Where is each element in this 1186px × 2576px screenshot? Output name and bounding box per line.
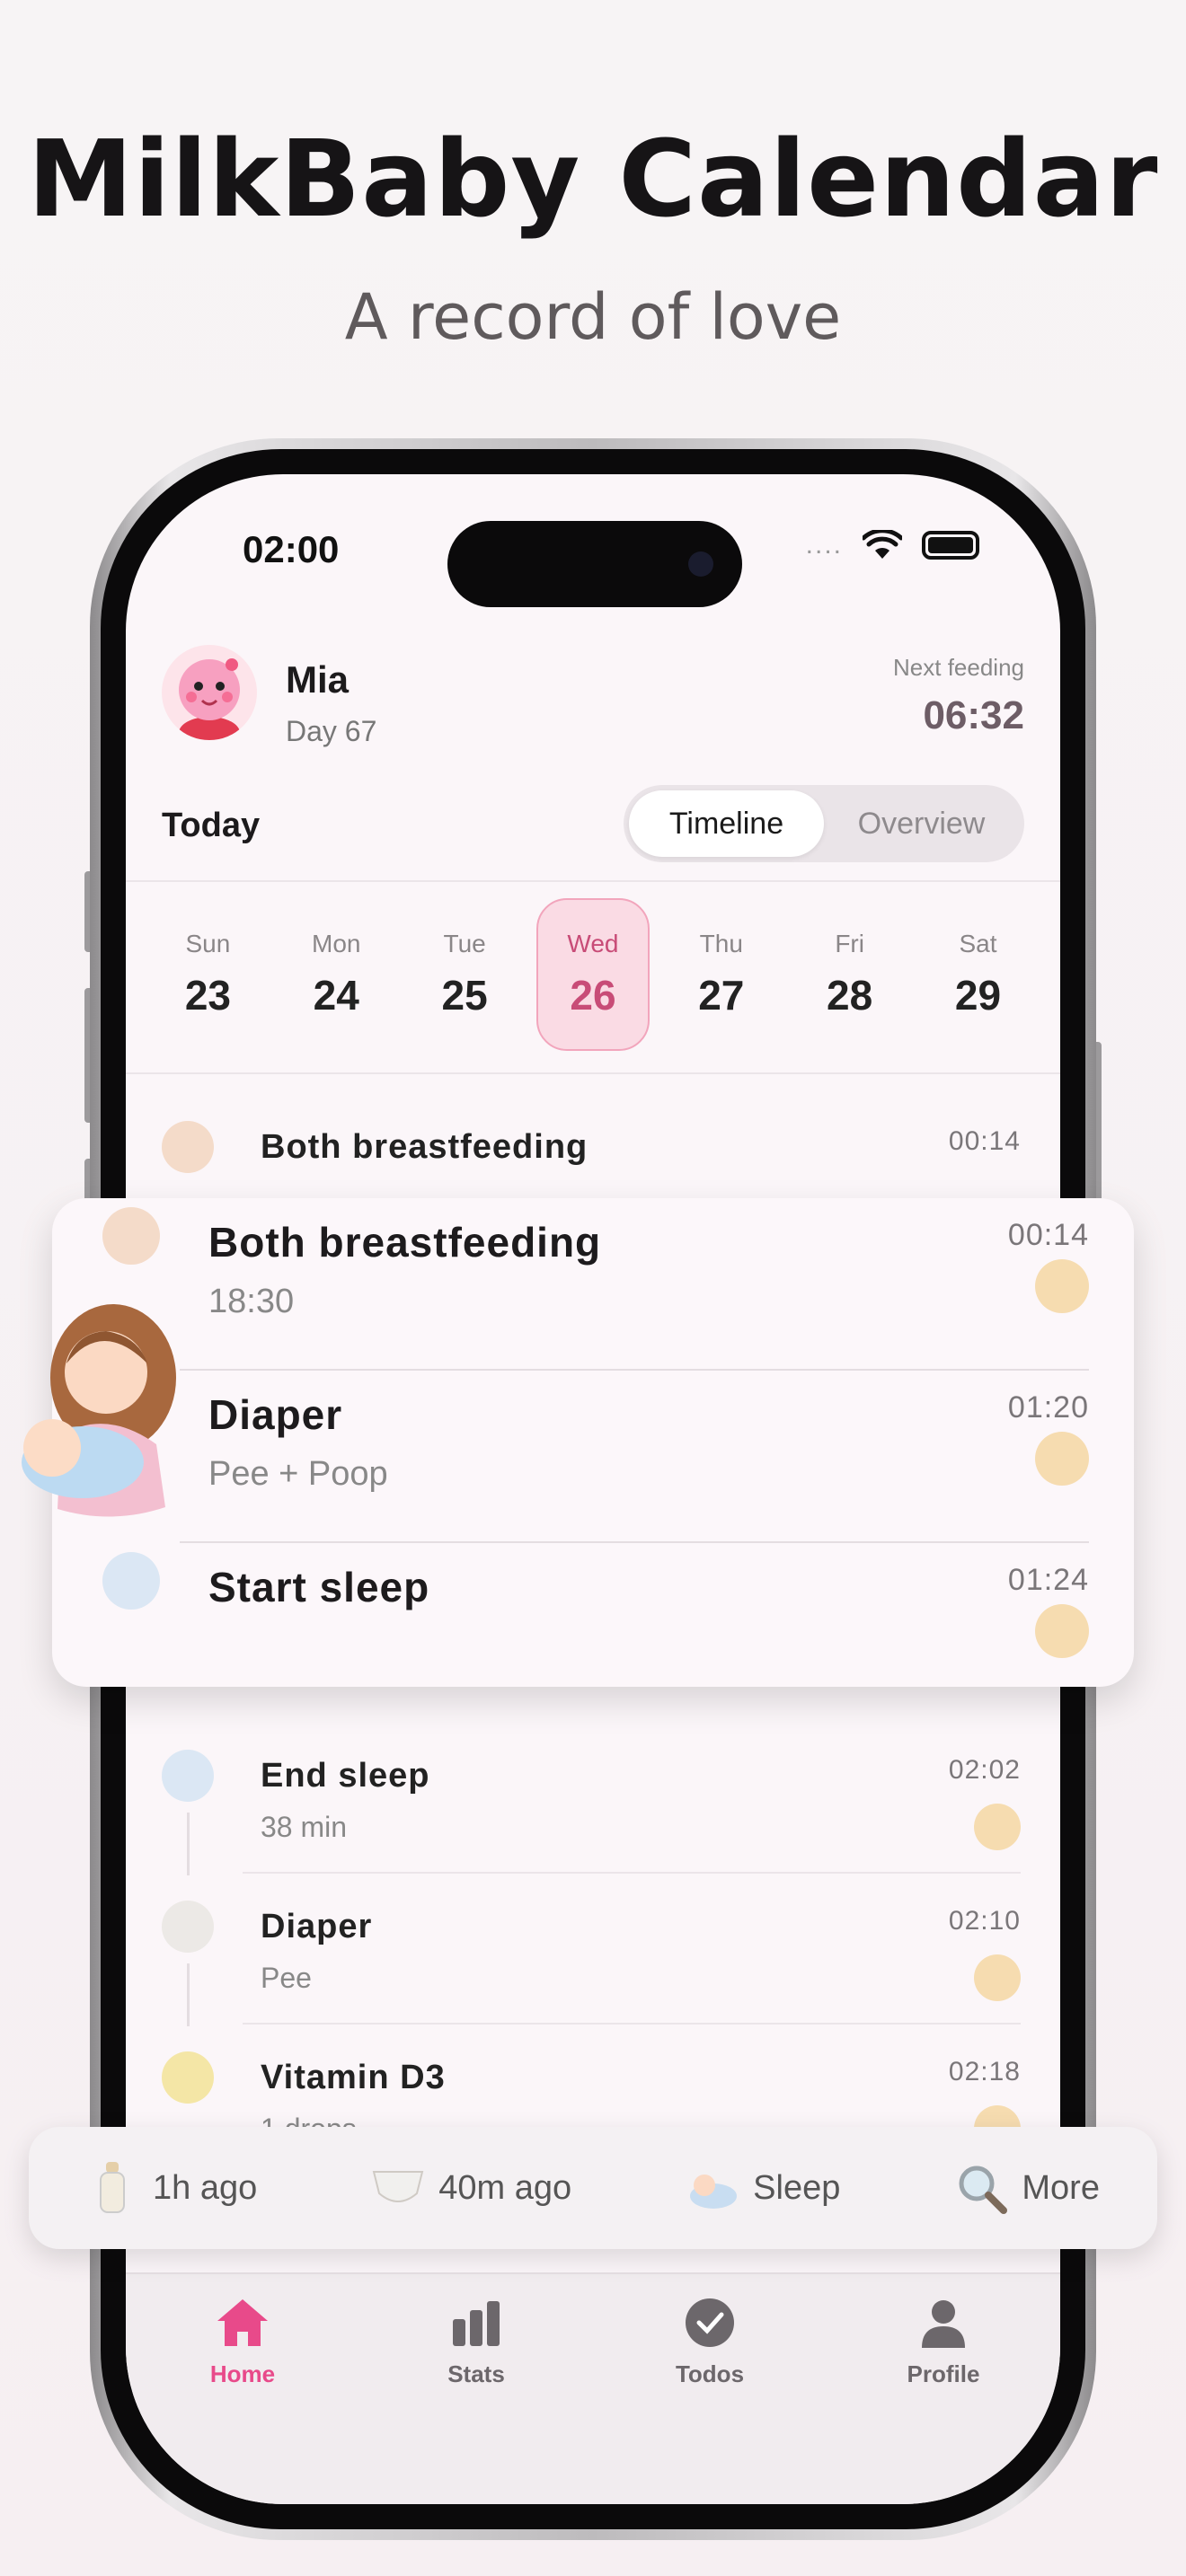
home-icon — [217, 2299, 268, 2346]
week-strip: Sun 23 Mon 24 Tue 25 Wed 26 Thu 27 Fri 28 Sat 2… — [144, 898, 1042, 1051]
signal-icon: .... — [805, 530, 843, 560]
stats-icon — [453, 2301, 500, 2346]
dynamic-island — [447, 521, 742, 607]
day-fri[interactable]: Fri 28 — [793, 898, 907, 1051]
diaper-icon — [162, 1901, 214, 1953]
quick-actions-bar: 1h ago 40m ago Sleep More — [29, 2127, 1157, 2249]
status-icons: .... — [806, 530, 979, 560]
caregiver-avatar — [1035, 1432, 1089, 1486]
timeline-row[interactable]: Diaper Pee 02:10 — [126, 1874, 1060, 2026]
sleep-icon — [102, 1552, 160, 1610]
quick-bottle[interactable]: 1h ago — [86, 2162, 257, 2214]
quick-sleep[interactable]: Sleep — [686, 2162, 840, 2214]
person-icon — [922, 2300, 965, 2348]
day-wed-selected[interactable]: Wed 26 — [535, 898, 650, 1051]
next-feeding-time: 06:32 — [923, 693, 1024, 737]
quick-more[interactable]: More — [955, 2162, 1100, 2214]
caregiver-avatar — [1035, 1604, 1089, 1658]
day-sun[interactable]: Sun 23 — [151, 898, 264, 1051]
promo-title: MilkBaby Calendar — [27, 117, 1159, 241]
tab-overview[interactable]: Overview — [824, 790, 1019, 857]
diaper-icon — [372, 2162, 424, 2214]
quick-diaper[interactable]: 40m ago — [372, 2162, 571, 2214]
caregiver-avatar — [1035, 1259, 1089, 1313]
baby-name: Mia — [286, 658, 350, 701]
day-mon[interactable]: Mon 24 — [279, 898, 393, 1051]
bottle-icon — [86, 2162, 138, 2214]
caregiver-avatar — [974, 1804, 1021, 1850]
baby-avatar[interactable] — [162, 645, 257, 740]
timeline-row[interactable]: Start sleep 01:24 — [52, 1543, 1134, 1716]
tab-todos[interactable]: Todos — [620, 2296, 800, 2504]
tab-stats[interactable]: Stats — [386, 2296, 566, 2504]
vitamin-icon — [162, 2051, 214, 2104]
today-label: Today — [162, 807, 261, 844]
view-toggle: Timeline Overview — [624, 785, 1024, 862]
highlight-card: Both breastfeeding 18:30 00:14 Diaper Pe… — [52, 1198, 1134, 1687]
day-tue[interactable]: Tue 25 — [408, 898, 521, 1051]
baby-age: Day 67 — [286, 715, 377, 747]
breastfeeding-icon — [162, 1121, 214, 1173]
next-feeding-label: Next feeding — [893, 654, 1024, 681]
caregiver-avatar — [974, 1954, 1021, 2001]
promo-subtitle: A record of love — [344, 280, 842, 354]
day-sat[interactable]: Sat 29 — [921, 898, 1034, 1051]
timeline-row[interactable]: Both breastfeeding 18:30 00:14 — [52, 1198, 1134, 1371]
bottom-tab-bar: Home Stats Todos Profile — [126, 2272, 1060, 2504]
battery-icon — [922, 531, 979, 560]
timeline-row[interactable]: Diaper Pee + Poop 01:20 — [52, 1371, 1134, 1543]
tab-profile[interactable]: Profile — [854, 2296, 1033, 2504]
sleep-icon — [686, 2162, 739, 2214]
check-circle-icon — [686, 2298, 734, 2347]
sleep-icon — [162, 1750, 214, 1802]
timeline-row[interactable]: End sleep 38 min 02:02 — [126, 1723, 1060, 1875]
magnifier-icon — [955, 2162, 1008, 2214]
status-time: 02:00 — [243, 528, 340, 570]
mother-baby-illustration — [22, 1304, 176, 1517]
tab-home[interactable]: Home — [153, 2296, 332, 2504]
tab-timeline[interactable]: Timeline — [629, 790, 824, 857]
wifi-icon — [863, 530, 902, 559]
breastfeeding-icon — [102, 1207, 160, 1265]
day-thu[interactable]: Thu 27 — [665, 898, 778, 1051]
